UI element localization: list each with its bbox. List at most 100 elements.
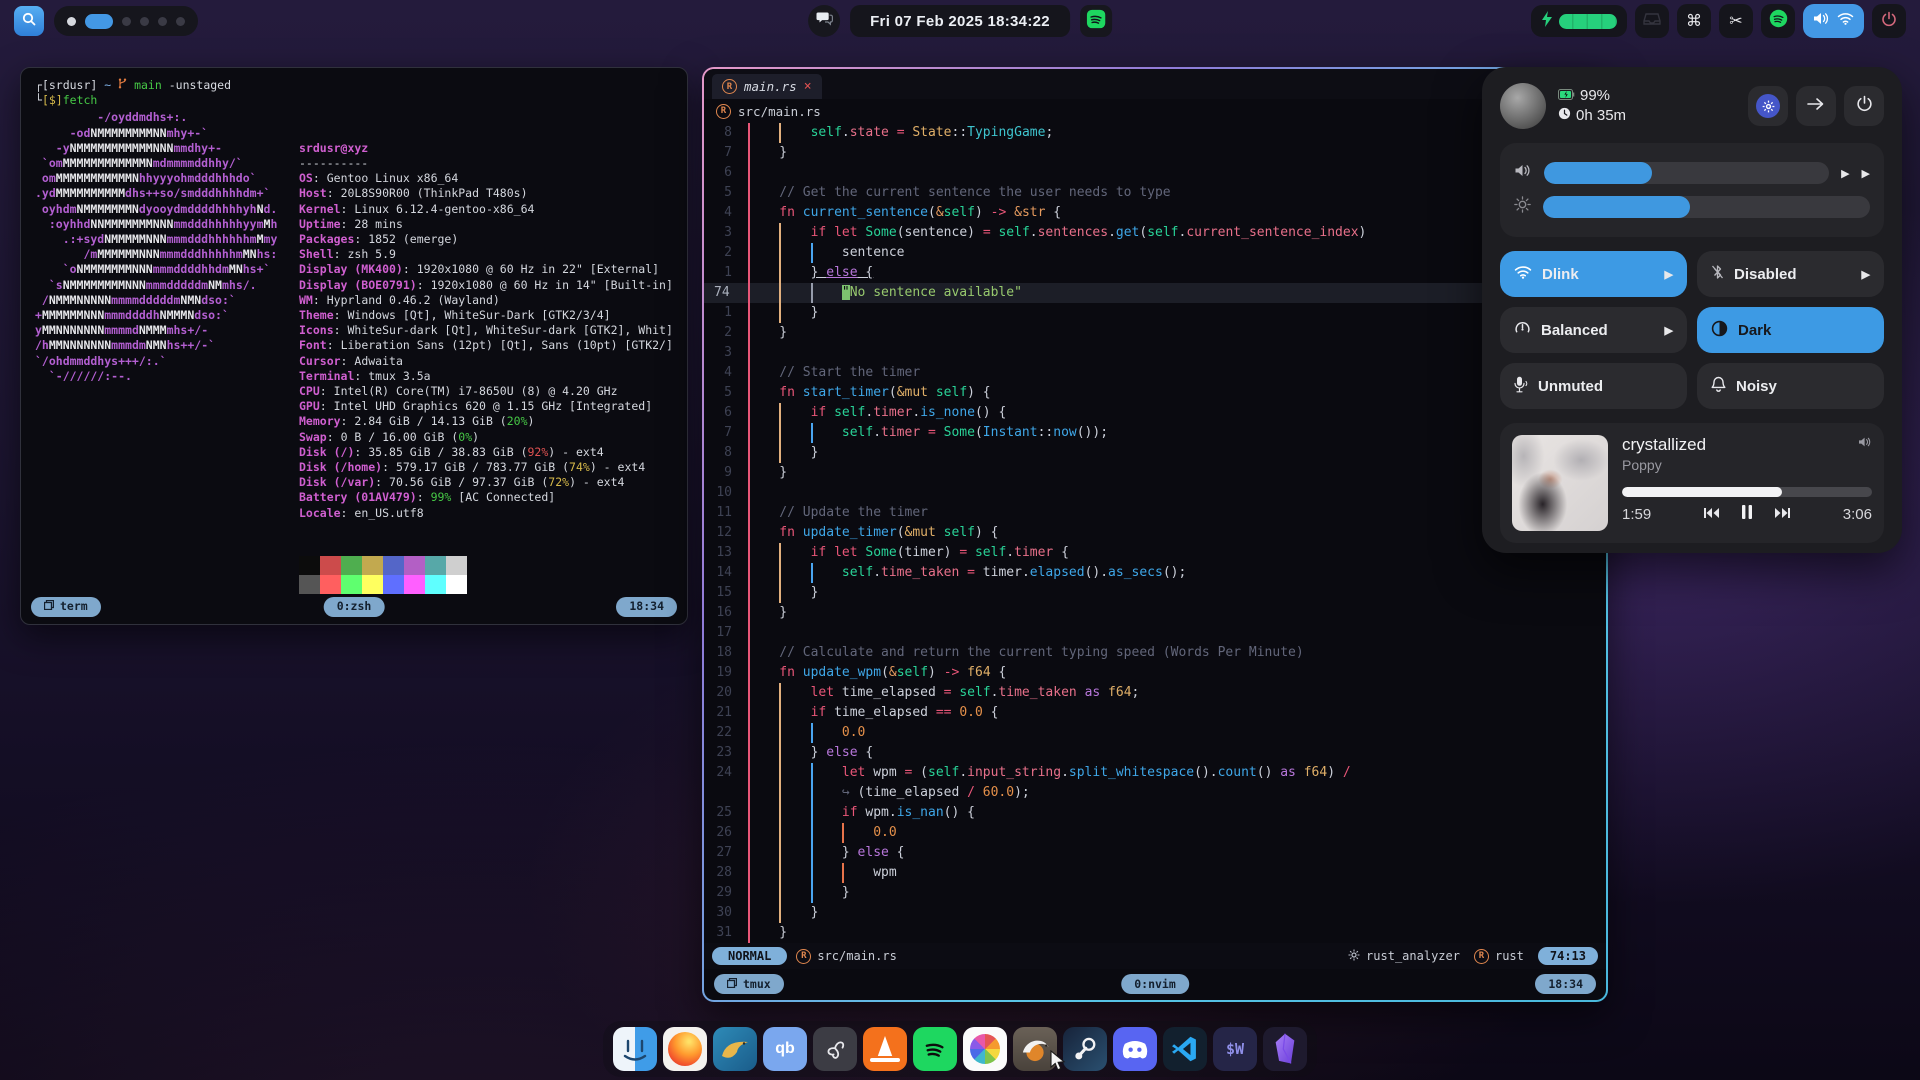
screenshot-tray-button[interactable]: ✂ xyxy=(1719,4,1753,38)
notifications-button[interactable] xyxy=(808,5,840,37)
color-swatch xyxy=(425,556,446,575)
dock-icon-file-manager[interactable] xyxy=(613,1027,657,1071)
sliders-card: ▶ ▶ xyxy=(1500,143,1884,237)
workspace-dot-empty[interactable] xyxy=(122,17,131,26)
fetch-row: CPU: Intel(R) Core(TM) i7-8650U (8) @ 4.… xyxy=(299,384,673,399)
pause-button[interactable] xyxy=(1741,505,1753,524)
fetch-row: Kernel: Linux 6.12.4-gentoo-x86_64 xyxy=(299,202,673,217)
vlc-cone-icon xyxy=(870,1036,900,1062)
nvim-tabline: main.rs × xyxy=(704,69,1606,99)
tmux-session-pill[interactable]: term xyxy=(31,597,101,617)
fetch-row: Disk (/var): 70.56 GiB / 97.37 GiB (72%)… xyxy=(299,475,673,490)
dock-icon-qbittorrent[interactable]: qb xyxy=(763,1027,807,1071)
chevron-right-icon[interactable]: ▶ xyxy=(1665,268,1673,281)
search-button[interactable] xyxy=(14,6,44,36)
power-button[interactable] xyxy=(1872,4,1906,38)
tmux-session-pill[interactable]: tmux xyxy=(714,974,784,994)
fetch-row: Display (MK400): 1920x1080 @ 60 Hz in 22… xyxy=(299,262,673,277)
audio-network-button[interactable] xyxy=(1803,4,1864,38)
datetime-display[interactable]: Fri 07 Feb 2025 18:34:22 xyxy=(850,5,1070,37)
volume-expand-icon[interactable]: ▶ xyxy=(1841,167,1849,180)
fetch-row: Battery (01AV479): 99% [AC Connected] xyxy=(299,490,673,505)
fetch-row: Memory: 2.84 GiB / 14.13 GiB (20%) xyxy=(299,414,673,429)
fetch-row: Shell: zsh 5.9 xyxy=(299,247,673,262)
spotify-tray-button[interactable] xyxy=(1080,5,1112,37)
dock-icon-wezterm[interactable]: $W xyxy=(1213,1027,1257,1071)
filetype-indicator: rust xyxy=(1474,949,1524,964)
code-line-current: 74"No sentence available" xyxy=(704,283,1606,303)
toggle-power-profile[interactable]: Balanced ▶ xyxy=(1500,307,1687,353)
fan-icon xyxy=(820,1034,850,1064)
fetch-row: Theme: Windows [Qt], WhiteSur-Dark [GTK2… xyxy=(299,308,673,323)
rust-file-icon xyxy=(1474,949,1489,964)
workspace-dot-empty[interactable] xyxy=(176,17,185,26)
track-progress-bar[interactable] xyxy=(1622,487,1872,497)
next-track-button[interactable] xyxy=(1775,506,1790,524)
toggle-notifications[interactable]: Noisy xyxy=(1697,363,1884,409)
toggle-microphone[interactable]: Unmuted xyxy=(1500,363,1687,409)
chevron-right-icon[interactable]: ▶ xyxy=(1862,268,1870,281)
code-line: 9} xyxy=(704,463,1606,483)
nvim-tab-main-rs[interactable]: main.rs × xyxy=(712,74,822,99)
nvim-window[interactable]: main.rs × src/main.rs 8self.state = Stat… xyxy=(704,69,1606,1000)
tray-inbox-button[interactable] xyxy=(1635,4,1669,38)
previous-track-button[interactable] xyxy=(1704,506,1719,524)
color-swatch xyxy=(446,556,467,575)
terminal-window[interactable]: ┌[srdusr] ~ main -unstaged └[$]fetch -/o… xyxy=(20,67,688,625)
media-player-card: crystallized Poppy 1:59 3:06 xyxy=(1500,423,1884,543)
color-swatch xyxy=(425,575,446,594)
settings-button[interactable] xyxy=(1748,86,1788,126)
workspace-dot-empty[interactable] xyxy=(140,17,149,26)
tab-close-icon[interactable]: × xyxy=(804,79,812,94)
toggle-wifi[interactable]: Dlink ▶ xyxy=(1500,251,1687,297)
dock-icon-discord[interactable] xyxy=(1113,1027,1157,1071)
color-swatch xyxy=(446,575,467,594)
power-icon xyxy=(1881,11,1897,32)
fetch-row: Host: 20L8S90R00 (ThinkPad T480s) xyxy=(299,186,673,201)
brightness-icon xyxy=(1514,196,1531,218)
toggle-dark-mode[interactable]: Dark xyxy=(1697,307,1884,353)
workspace-dot-empty[interactable] xyxy=(158,17,167,26)
fetch-row: Packages: 1852 (emerge) xyxy=(299,232,673,247)
command-tray-button[interactable]: ⌘ xyxy=(1677,4,1711,38)
code-line: 8self.state = State::TypingGame; xyxy=(704,123,1606,143)
dock-icon-thunderbird[interactable] xyxy=(713,1027,757,1071)
logout-button[interactable] xyxy=(1796,86,1836,126)
terminal-color-swatches xyxy=(299,556,673,594)
code-line: 14self.time_taken = timer.elapsed().as_s… xyxy=(704,563,1606,583)
album-art xyxy=(1512,435,1608,531)
volume-slider[interactable] xyxy=(1544,162,1829,184)
chevron-right-icon[interactable]: ▶ xyxy=(1665,324,1673,337)
shutdown-button[interactable] xyxy=(1844,86,1884,126)
nvim-tmux-statusbar: tmux 0:nvim 18:34 xyxy=(714,973,1596,995)
code-line: 220.0 xyxy=(704,723,1606,743)
code-line: 1} else { xyxy=(704,263,1606,283)
battery-indicator[interactable] xyxy=(1531,5,1627,37)
code-line: 16} xyxy=(704,603,1606,623)
brightness-slider[interactable] xyxy=(1543,196,1870,218)
rust-file-icon xyxy=(722,79,737,94)
datetime-text: Fri 07 Feb 2025 18:34:22 xyxy=(870,13,1050,30)
workspace-dot-occupied[interactable] xyxy=(67,17,76,26)
output-selector-icon[interactable]: ▶ xyxy=(1862,167,1870,180)
chat-bubble-icon xyxy=(816,11,833,31)
dock-icon-fan-utility[interactable] xyxy=(813,1027,857,1071)
code-buffer[interactable]: 8self.state = State::TypingGame;7}65// G… xyxy=(704,123,1606,943)
workspace-indicator[interactable] xyxy=(54,6,198,36)
user-avatar[interactable] xyxy=(1500,83,1546,129)
workspace-dot-active[interactable] xyxy=(85,14,113,29)
player-output-icon[interactable] xyxy=(1858,435,1872,453)
dock-icon-vlc[interactable] xyxy=(863,1027,907,1071)
color-swatch xyxy=(341,575,362,594)
dock-icon-photos[interactable] xyxy=(963,1027,1007,1071)
toggle-bluetooth[interactable]: Disabled ▶ xyxy=(1697,251,1884,297)
dock-icon-firefox[interactable] xyxy=(663,1027,707,1071)
dock-icon-vscode[interactable] xyxy=(1163,1027,1207,1071)
tmux-clock-pill: 18:34 xyxy=(616,597,677,617)
dock-icon-obsidian[interactable] xyxy=(1263,1027,1307,1071)
tmux-window-pill[interactable]: 0:nvim xyxy=(1121,974,1189,994)
tmux-window-pill[interactable]: 0:zsh xyxy=(324,597,385,617)
dock-icon-steam[interactable] xyxy=(1063,1027,1107,1071)
dock-icon-spotify[interactable] xyxy=(913,1027,957,1071)
spotify-tray-icon-button[interactable] xyxy=(1761,4,1795,38)
